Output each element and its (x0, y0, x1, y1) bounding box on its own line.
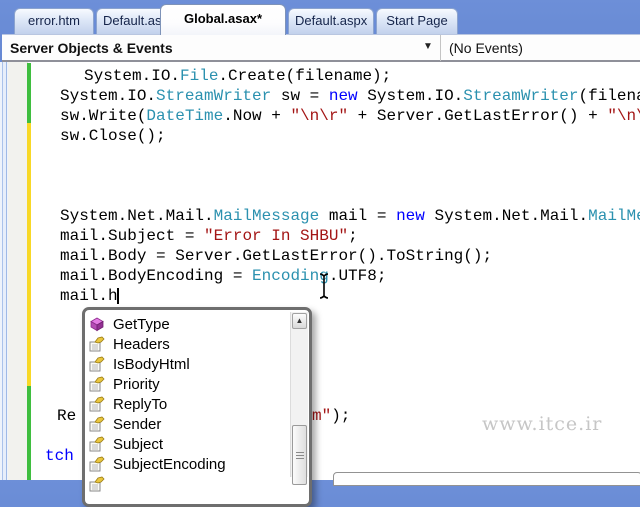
intellisense-popup: GetType Headers IsBodyHtml Priority ReplyTo S… (82, 307, 312, 507)
intellisense-item-ReplyTo[interactable]: ReplyTo (87, 394, 290, 414)
property-icon (89, 356, 107, 372)
code-line-10: m"); (312, 407, 351, 425)
code-line-2: sw.Write(DateTime.Now + "\n\r" + Server.… (60, 107, 640, 125)
code-line-4: System.Net.Mail.MailMessage mail = new S… (60, 207, 640, 225)
code-line-8: mail.h (60, 287, 118, 305)
intellisense-item-IsBodyHtml[interactable]: IsBodyHtml (87, 354, 290, 374)
scroll-thumb[interactable] (292, 425, 307, 485)
code-line-3: sw.Close(); (60, 127, 166, 145)
property-icon (89, 456, 107, 472)
intellisense-item-Subject[interactable]: Subject (87, 434, 290, 454)
intellisense-list[interactable]: GetType Headers IsBodyHtml Priority ReplyTo S… (87, 314, 290, 494)
method-icon (89, 316, 107, 332)
property-icon (89, 476, 107, 492)
intellisense-item-label: Subject (113, 435, 164, 453)
intellisense-item-Priority[interactable]: Priority (87, 374, 290, 394)
watermark-text: www.itce.ir (482, 413, 603, 435)
tab-error.htm[interactable]: error.htm (14, 8, 94, 34)
property-icon (89, 436, 107, 452)
code-line-0: System.IO.File.Create(filename); (84, 67, 392, 85)
intellisense-tooltip-edge (333, 472, 640, 486)
code-line-1: System.IO.StreamWriter sw = new System.I… (60, 87, 640, 105)
intellisense-item-cutoff[interactable] (87, 474, 290, 494)
change-bar (27, 386, 31, 480)
intellisense-item-label: Priority (113, 375, 160, 393)
popup-scrollbar[interactable]: ▲ (290, 312, 308, 485)
objects-dropdown[interactable]: Server Objects & Events (10, 40, 173, 56)
intellisense-item-label: ReplyTo (113, 395, 168, 413)
code-line-7: mail.BodyEncoding = Encoding.UTF8; (60, 267, 387, 285)
document-tab-strip: error.htmDefault.aspx.csGlobal.asax*Defa… (0, 0, 640, 35)
indicator-margin[interactable] (8, 62, 28, 480)
editor-navigation-bar: Server Objects & Events ▼ (No Events) (2, 34, 640, 62)
navbar-separator (440, 35, 441, 61)
property-icon (89, 396, 107, 412)
tab-Global.asax*[interactable]: Global.asax* (160, 4, 286, 35)
intellisense-item-SubjectEncoding[interactable]: SubjectEncoding (87, 454, 290, 474)
scroll-up-button[interactable]: ▲ (292, 313, 307, 329)
tab-Default.aspx[interactable]: Default.aspx (288, 8, 374, 34)
intellisense-item-label: Headers (113, 335, 170, 353)
editor-left-border (0, 62, 8, 480)
events-dropdown[interactable]: (No Events) (449, 40, 523, 56)
ibeam-cursor-icon (319, 273, 329, 299)
text-caret (117, 288, 119, 304)
intellisense-item-label: SubjectEncoding (113, 455, 226, 473)
property-icon (89, 416, 107, 432)
intellisense-item-label: GetType (113, 315, 170, 333)
intellisense-item-Headers[interactable]: Headers (87, 334, 290, 354)
property-icon (89, 376, 107, 392)
code-line-11: tch (45, 447, 74, 465)
change-bar (27, 63, 31, 123)
tab-Start Page[interactable]: Start Page (376, 8, 458, 34)
code-line-6: mail.Body = Server.GetLastError().ToStri… (60, 247, 493, 265)
intellisense-item-label: IsBodyHtml (113, 355, 190, 373)
intellisense-item-label: Sender (113, 415, 162, 433)
intellisense-item-Sender[interactable]: Sender (87, 414, 290, 434)
chevron-down-icon[interactable]: ▼ (423, 41, 433, 52)
scroll-thumb-grip (296, 452, 304, 460)
code-line-5: mail.Subject = "Error In SHBU"; (60, 227, 358, 245)
change-bar (27, 123, 31, 386)
intellisense-item-GetType[interactable]: GetType (87, 314, 290, 334)
code-line-9: Re (57, 407, 77, 425)
property-icon (89, 336, 107, 352)
